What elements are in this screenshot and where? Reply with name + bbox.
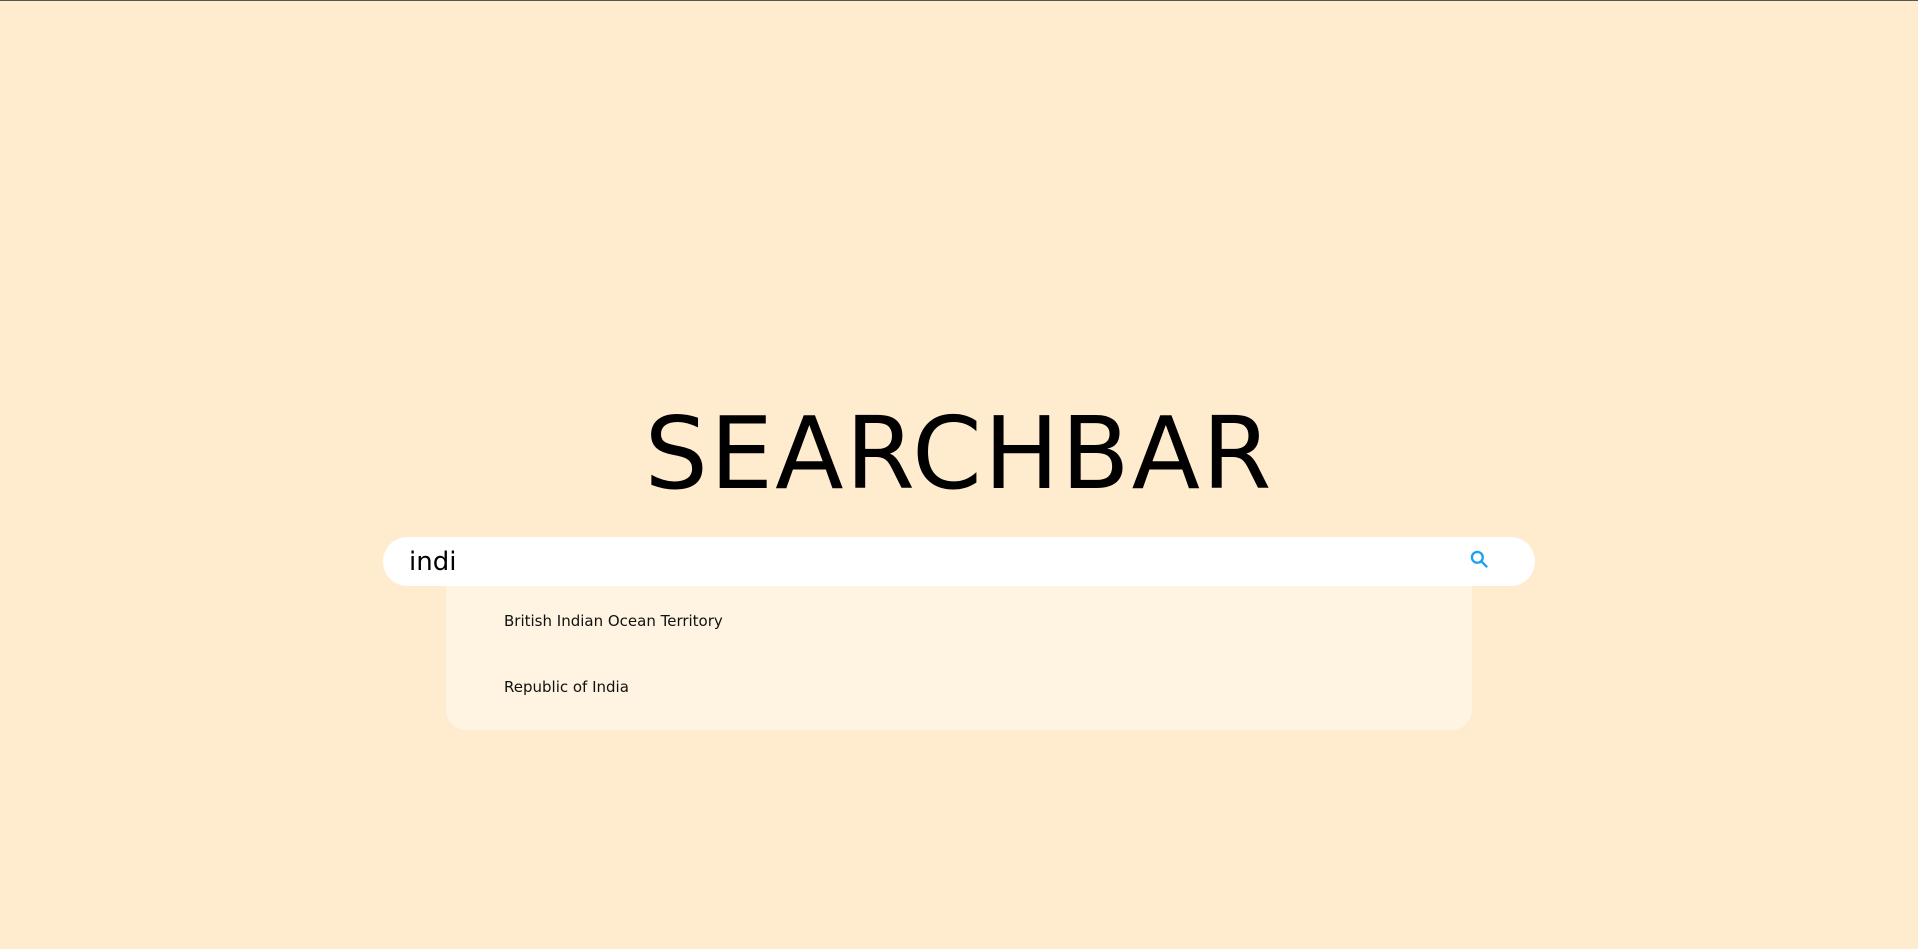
search-result-item[interactable]: Republic of India: [504, 678, 629, 696]
search-button[interactable]: [1455, 546, 1503, 576]
search-bar: [383, 537, 1535, 586]
search-results-dropdown: British Indian Ocean Territory Republic …: [446, 586, 1472, 730]
page-title: SEARCHBAR: [644, 395, 1274, 512]
search-icon: [1469, 549, 1489, 573]
search-result-item[interactable]: British Indian Ocean Territory: [504, 612, 723, 630]
search-input[interactable]: [409, 537, 1449, 586]
